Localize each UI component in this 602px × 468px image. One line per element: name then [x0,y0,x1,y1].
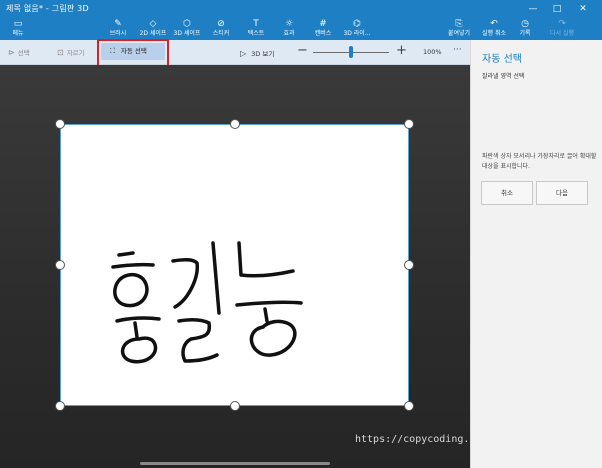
tab-canvas[interactable]: # 캔버스 [309,18,337,40]
paste-label: 붙여넣기 [447,30,471,37]
panel-description: 파란색 상자 모서리나 가장자리로 끌어 확대할 대상을 표시합니다. [482,153,597,170]
title-bar: 제목 없음* - 그림판 3D — □ ✕ [0,0,602,18]
resize-handle-bottom-right[interactable] [404,401,414,411]
zoom-out-button[interactable]: − [297,43,308,58]
tab-text[interactable]: T 텍스트 [242,18,270,40]
more-options-button[interactable]: ··· [453,45,462,55]
view-3d-button[interactable]: ▷ 3D 보기 [240,48,274,58]
tool-options-bar: ⊳ 선택 ⊡ 자르기 ⛶ 자동 선택 ▷ 3D 보기 − + 100% ··· [0,40,470,65]
canvas-icon: # [319,19,327,29]
history-icon: ◷ [521,19,529,29]
undo-button[interactable]: ↶ 실행 취소 [478,18,510,40]
crop-tool-button[interactable]: ⊡ 자르기 [57,47,85,57]
resize-handle-left[interactable] [55,260,65,270]
3d-shapes-icon: ⬡ [183,19,191,29]
handwritten-drawing [111,241,303,364]
tab-2d-shapes[interactable]: ◇ 2D 셰이프 [134,18,172,40]
tab-label: 텍스트 [247,30,265,37]
ribbon: ▭ 메뉴 ✎ 브러시 ◇ 2D 셰이프 ⬡ 3D 셰이프 ⊘ 스티커 T 텍스트… [0,18,602,40]
text-icon: T [253,19,259,29]
zoom-slider-thumb[interactable] [349,46,353,58]
paste-icon: ⎘ [455,19,463,29]
tab-label: 3D 셰이프 [173,30,201,37]
menu-button[interactable]: ▭ 메뉴 [6,18,30,40]
history-label: 기록 [519,30,531,37]
horizontal-scrollbar[interactable] [140,462,330,465]
effects-icon: ☼ [284,19,294,29]
tab-3d-library[interactable]: ⌬ 3D 라이... [341,18,373,40]
sticker-icon: ⊘ [217,19,225,29]
window-title: 제목 없음* - 그림판 3D [6,4,89,13]
tab-3d-shapes[interactable]: ⬡ 3D 셰이프 [171,18,203,40]
workspace [0,65,470,468]
maximize-button[interactable]: □ [548,0,566,18]
view-3d-icon: ▷ [240,49,247,58]
select-tool-button[interactable]: ⊳ 선택 [8,47,30,57]
cancel-button[interactable]: 취소 [481,181,533,205]
menu-label: 메뉴 [12,30,24,37]
resize-handle-top-left[interactable] [55,119,65,129]
tab-label: 브러시 [109,30,127,37]
tab-label: 스티커 [212,30,230,37]
drawing-canvas[interactable] [60,124,409,406]
resize-handle-top[interactable] [230,119,240,129]
redo-button[interactable]: ↷ 다시 실행 [546,18,578,40]
3d-library-icon: ⌬ [353,19,361,29]
select-label: 선택 [17,49,30,57]
resize-handle-bottom-left[interactable] [55,401,65,411]
folder-icon: ▭ [13,19,23,29]
undo-icon: ↶ [490,19,498,29]
undo-label: 실행 취소 [482,30,506,37]
tab-stickers[interactable]: ⊘ 스티커 [207,18,235,40]
tab-label: 3D 라이... [343,30,371,37]
tab-label: 효과 [283,30,295,37]
next-button[interactable]: 다음 [536,181,588,205]
tab-brushes[interactable]: ✎ 브러시 [104,18,132,40]
redo-icon: ↷ [558,19,566,29]
resize-handle-top-right[interactable] [404,119,414,129]
tab-label: 캔버스 [314,30,332,37]
panel-title: 자동 선택 [482,54,522,65]
cursor-icon: ⊳ [8,48,15,57]
tab-effects[interactable]: ☼ 효과 [277,18,301,40]
crop-icon: ⊡ [57,48,64,57]
side-panel: 자동 선택 잘라낼 영역 선택 파란색 상자 모서리나 가장자리로 끌어 확대할… [470,40,602,468]
close-button[interactable]: ✕ [574,0,592,18]
2d-shapes-icon: ◇ [149,19,157,29]
panel-subtitle: 잘라낼 영역 선택 [482,73,525,80]
redo-label: 다시 실행 [550,30,574,37]
view-3d-label: 3D 보기 [251,50,275,58]
tab-label: 2D 셰이프 [139,30,167,37]
resize-handle-bottom[interactable] [230,401,240,411]
resize-handle-right[interactable] [404,260,414,270]
crop-label: 자르기 [66,49,85,57]
history-button[interactable]: ◷ 기록 [514,18,536,40]
zoom-level: 100% [423,48,442,56]
brush-icon: ✎ [114,19,122,29]
minimize-button[interactable]: — [524,0,542,18]
zoom-in-button[interactable]: + [396,43,407,58]
paste-button[interactable]: ⎘ 붙여넣기 [444,18,474,40]
